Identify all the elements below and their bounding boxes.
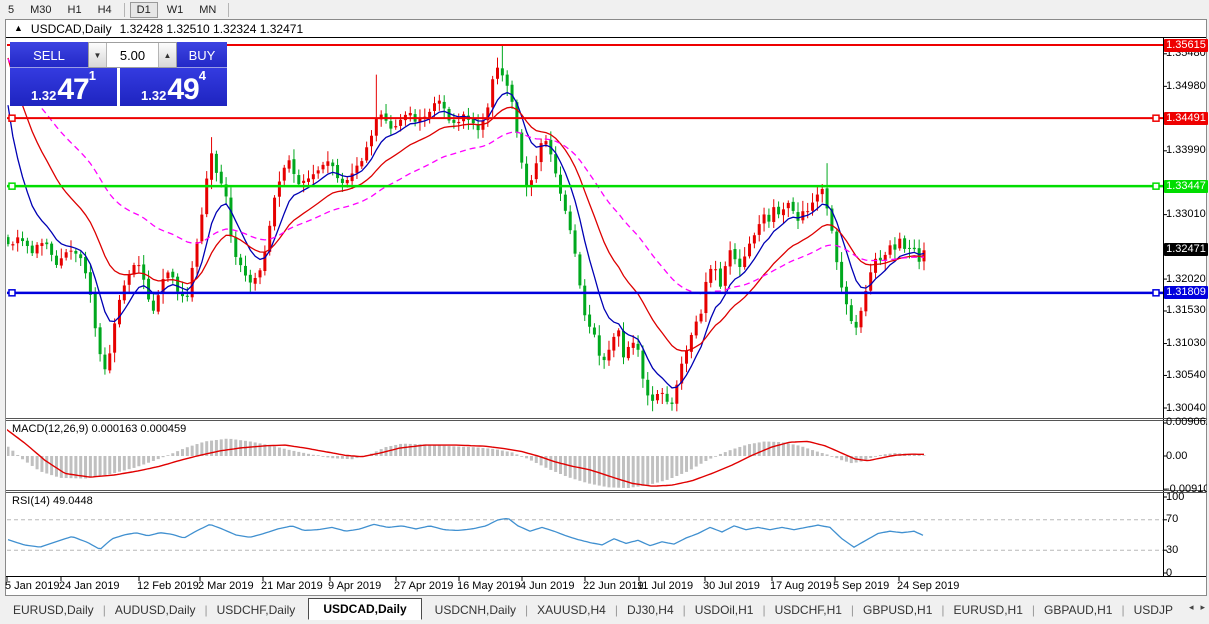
date-axis[interactable]	[7, 577, 1163, 594]
chart-tab-usdoil-h1[interactable]: USDOil,H1	[682, 600, 767, 620]
price-axis[interactable]	[1164, 38, 1207, 575]
chart-tab-usdcad-daily[interactable]: USDCAD,Daily	[308, 598, 421, 620]
timeframe-button-h4[interactable]: H4	[91, 2, 119, 18]
timeframe-button-w1[interactable]: W1	[160, 2, 191, 18]
volume-spinner: ▼ ▲	[88, 42, 177, 68]
collapse-panel-icon[interactable]: ▲	[14, 21, 23, 36]
volume-increase-button[interactable]: ▲	[158, 43, 176, 67]
toolbar-separator	[228, 3, 229, 17]
buy-price-panel[interactable]: 1.32 49 4	[120, 68, 227, 106]
volume-decrease-button[interactable]: ▼	[89, 43, 107, 67]
chart-tab-bar: EURUSD,Daily|AUDUSD,Daily|USDCHF,DailyUS…	[0, 596, 1209, 624]
tab-scroll-left-icon[interactable]: ◂	[1189, 601, 1194, 613]
macd-indicator-panel[interactable]	[7, 421, 1163, 489]
chart-tab-eurusd-h1[interactable]: EURUSD,H1	[941, 600, 1036, 620]
rsi-indicator-panel[interactable]	[7, 493, 1163, 575]
chart-tab-eurusd-daily[interactable]: EURUSD,Daily	[0, 600, 107, 620]
volume-input[interactable]	[107, 43, 158, 67]
sell-button[interactable]: SELL	[10, 42, 88, 68]
chart-ohlc-values: 1.32428 1.32510 1.32324 1.32471	[120, 22, 304, 36]
chart-tab-xauusd-h4[interactable]: XAUUSD,H4	[524, 600, 619, 620]
buy-price-small: 1.32	[141, 89, 166, 103]
timeframe-button-5[interactable]: 5	[1, 2, 21, 18]
timeframe-toolbar: 5M30H1H4 D1W1MN	[0, 0, 1209, 19]
tab-scroll-right-icon[interactable]: ▸	[1200, 601, 1205, 613]
chart-tab-usdcnh-daily[interactable]: USDCNH,Daily	[422, 600, 529, 620]
chart-tab-usdjp[interactable]: USDJP	[1121, 600, 1186, 620]
toolbar-separator	[124, 3, 125, 17]
timeframe-button-h1[interactable]: H1	[61, 2, 89, 18]
chart-title-bar: ▲ USDCAD,Daily 1.32428 1.32510 1.32324 1…	[14, 21, 309, 36]
chart-tab-audusd-daily[interactable]: AUDUSD,Daily	[102, 600, 209, 620]
buy-button[interactable]: BUY	[177, 42, 227, 68]
chart-tab-dj30-h4[interactable]: DJ30,H4	[614, 600, 687, 620]
timeframe-button-d1[interactable]: D1	[130, 2, 158, 18]
chart-tab-usdchf-h1[interactable]: USDCHF,H1	[762, 600, 855, 620]
chart-tab-usdchf-daily[interactable]: USDCHF,Daily	[204, 600, 309, 620]
sell-price-sup: 1	[89, 70, 96, 82]
chart-tab-gbpaud-h1[interactable]: GBPAUD,H1	[1031, 600, 1125, 620]
sell-price-panel[interactable]: 1.32 47 1	[10, 68, 117, 106]
sell-price-small: 1.32	[31, 89, 56, 103]
timeframe-button-m30[interactable]: M30	[23, 2, 58, 18]
tab-scroll-arrows: ◂ ▸	[1189, 601, 1205, 613]
sell-price-big: 47	[57, 76, 88, 103]
mt4-terminal: 5M30H1H4 D1W1MN ▲ USDCAD,Daily 1.32428 1.…	[0, 0, 1209, 624]
chart-tab-gbpusd-h1[interactable]: GBPUSD,H1	[850, 600, 945, 620]
timeframe-button-mn[interactable]: MN	[192, 2, 223, 18]
one-click-trading-widget: SELL ▼ ▲ BUY 1.32 47 1 1.32 49 4	[10, 42, 227, 106]
chart-symbol-title: USDCAD,Daily	[31, 22, 112, 36]
buy-price-big: 49	[167, 76, 198, 103]
buy-price-sup: 4	[199, 70, 206, 82]
